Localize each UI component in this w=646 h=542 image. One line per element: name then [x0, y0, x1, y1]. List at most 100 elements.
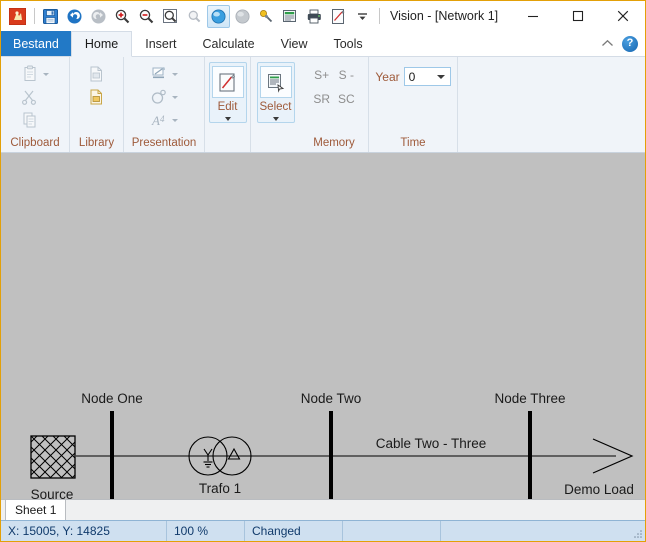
- maximize-button[interactable]: [555, 1, 600, 31]
- year-value: 0: [408, 69, 416, 84]
- close-button[interactable]: [600, 1, 645, 31]
- resize-grip[interactable]: [629, 521, 645, 541]
- clipboard-group-label: Clipboard: [10, 137, 60, 149]
- time-group-label: Time: [400, 137, 426, 149]
- print-icon[interactable]: [303, 5, 326, 28]
- title-separator: [379, 8, 380, 24]
- zoom-out-icon[interactable]: [135, 5, 158, 28]
- font-style-caret-icon[interactable]: [172, 119, 178, 122]
- report-icon[interactable]: [279, 5, 302, 28]
- save-icon[interactable]: [39, 5, 62, 28]
- node-one-label: Node One: [81, 391, 143, 406]
- tab-strip-actions: ?: [601, 31, 645, 56]
- select-list-icon: [259, 66, 292, 98]
- status-bar: X: 15005, Y: 14825 100 % Changed: [1, 520, 645, 541]
- edit-button-label: Edit: [217, 101, 238, 113]
- svg-text:4: 4: [160, 114, 165, 124]
- demo-load-label: Demo Load: [564, 482, 634, 497]
- tab-bestand[interactable]: Bestand: [1, 31, 71, 56]
- ribbon-group-library: Library: [69, 57, 123, 152]
- line-style-button[interactable]: [148, 64, 180, 85]
- sheet-tab-sheet-1[interactable]: Sheet 1: [5, 500, 67, 520]
- ribbon-group-edit: Edit Edit: [204, 57, 250, 152]
- year-selector: Year 0: [375, 62, 451, 86]
- node-style-button[interactable]: [148, 87, 180, 108]
- redo-icon[interactable]: [87, 5, 110, 28]
- undo-icon[interactable]: [63, 5, 86, 28]
- source-symbol[interactable]: [30, 435, 76, 479]
- help-icon[interactable]: ?: [622, 35, 638, 52]
- font-style-button[interactable]: A 4: [148, 110, 180, 131]
- year-dropdown-caret-icon[interactable]: [436, 74, 445, 79]
- zoom-window-icon[interactable]: [159, 5, 182, 28]
- tab-view[interactable]: View: [268, 31, 321, 56]
- minimize-button[interactable]: [510, 1, 555, 31]
- ribbon: Clipboard Library A 4 Presentation Edit …: [1, 57, 645, 153]
- ribbon-group-time: Year 0 Time: [368, 57, 457, 152]
- zoom-in-icon[interactable]: [111, 5, 134, 28]
- copy-button[interactable]: [19, 110, 51, 131]
- memory-clear-button[interactable]: SC: [338, 92, 355, 106]
- tab-insert[interactable]: Insert: [132, 31, 189, 56]
- ribbon-group-memory: S+ S - SR SC Memory: [300, 57, 368, 152]
- tab-home[interactable]: Home: [70, 31, 133, 57]
- edit-sheet-icon[interactable]: [327, 5, 350, 28]
- svg-text:A: A: [151, 113, 160, 128]
- zoom-previous-icon: [183, 5, 206, 28]
- cut-button[interactable]: [19, 87, 51, 108]
- select-button[interactable]: Select: [256, 62, 295, 123]
- memory-group-label: Memory: [313, 137, 355, 149]
- memory-keys: S+ S - SR SC: [313, 62, 354, 106]
- network-canvas[interactable]: Source Node One Trafo 1 Node Two Cable T…: [1, 153, 645, 499]
- status-coordinates: X: 15005, Y: 14825: [1, 521, 167, 541]
- window-title: Vision - [Network 1]: [390, 9, 499, 23]
- ribbon-group-clipboard: Clipboard: [1, 57, 69, 152]
- edit-dropdown-caret-icon[interactable]: [224, 116, 231, 121]
- node-style-caret-icon[interactable]: [172, 96, 178, 99]
- sheet-tab-bar: Sheet 1: [1, 499, 645, 520]
- qat-separator: [34, 8, 35, 24]
- quick-access-toolbar: Vision - [Network 1]: [1, 1, 498, 31]
- cable-two-three-label[interactable]: Cable Two - Three: [376, 436, 487, 451]
- ribbon-empty-area: [457, 57, 645, 152]
- library-group-label: Library: [78, 137, 115, 149]
- memory-recall-button[interactable]: SR: [313, 92, 330, 106]
- status-extra-2: [441, 521, 629, 541]
- network-diagram: Source Node One Trafo 1 Node Two Cable T…: [30, 391, 634, 499]
- status-change-state: Changed: [245, 521, 343, 541]
- qat-overflow-icon[interactable]: [351, 5, 374, 28]
- window-controls: [510, 1, 645, 31]
- status-zoom-level: 100 %: [167, 521, 245, 541]
- edit-pencil-icon: [211, 66, 244, 98]
- status-extra-1: [343, 521, 441, 541]
- line-style-caret-icon[interactable]: [172, 73, 178, 76]
- library-save-button[interactable]: [85, 87, 108, 108]
- paste-caret-icon[interactable]: [43, 73, 49, 76]
- sphere-grey-icon[interactable]: [231, 5, 254, 28]
- delta-symbol: [227, 447, 241, 460]
- application-window: Vision - [Network 1] Bestand Home Insert…: [0, 0, 646, 542]
- library-open-button[interactable]: [85, 64, 108, 85]
- select-dropdown-caret-icon[interactable]: [272, 116, 279, 121]
- tab-calculate[interactable]: Calculate: [189, 31, 267, 56]
- select-button-label: Select: [259, 101, 292, 113]
- memory-store-minus-button[interactable]: S -: [338, 68, 355, 82]
- paste-button[interactable]: [19, 64, 51, 85]
- ribbon-tab-strip: Bestand Home Insert Calculate View Tools…: [1, 31, 645, 57]
- year-label: Year: [375, 69, 400, 84]
- node-two-label: Node Two: [301, 391, 362, 406]
- clipboard-items: [19, 62, 51, 131]
- pin-icon[interactable]: [255, 5, 278, 28]
- edit-button[interactable]: Edit: [208, 62, 247, 123]
- ribbon-group-presentation: A 4 Presentation: [123, 57, 204, 152]
- memory-store-plus-button[interactable]: S+: [313, 68, 330, 82]
- collapse-ribbon-icon[interactable]: [601, 37, 614, 51]
- sphere-blue-icon[interactable]: [207, 4, 230, 28]
- tab-tools[interactable]: Tools: [320, 31, 375, 56]
- source-box: [30, 435, 76, 479]
- source-label: Source: [31, 487, 74, 499]
- app-logo-icon[interactable]: [6, 5, 29, 28]
- wye-ground-symbol: [203, 448, 213, 468]
- year-combobox[interactable]: 0: [403, 67, 451, 86]
- presentation-group-label: Presentation: [131, 137, 197, 149]
